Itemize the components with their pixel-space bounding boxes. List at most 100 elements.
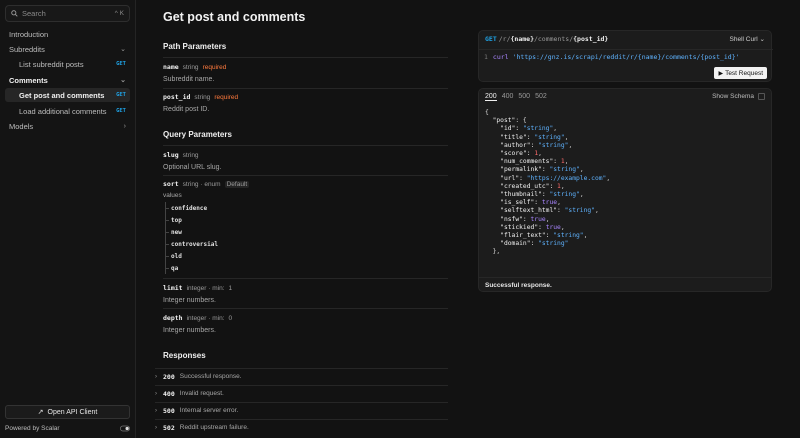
json-key: author — [503, 141, 527, 149]
param-type: string — [194, 94, 211, 101]
json-value: "string" — [549, 191, 580, 199]
json-field: "url": "https://example.com", — [500, 174, 611, 182]
param-type: string — [182, 64, 199, 71]
chevron-down-icon: ⌄ — [120, 77, 126, 84]
request-method: GET — [485, 35, 497, 43]
json-field: "score": 1, — [500, 150, 542, 158]
sidebar-item-comments[interactable]: Comments ⌄ — [5, 73, 130, 87]
param-sort: sort string · enum Default — [163, 180, 448, 188]
chevron-right-icon: › — [155, 407, 157, 414]
request-url: 'https://gnz.is/scrapi/reddit/r/{name}/c… — [512, 52, 740, 61]
response-description: Reddit upstream failure. — [179, 424, 249, 431]
param-limit: limit integer · min: 1 Integer numbers. — [163, 284, 448, 304]
param-type: string — [182, 152, 199, 159]
sidebar-item-models[interactable]: Models › — [5, 119, 130, 133]
tab-200[interactable]: 200 — [485, 93, 497, 101]
json-key: selftext_html — [503, 207, 554, 215]
chevron-right-icon: › — [155, 373, 157, 380]
json-value: true — [541, 199, 558, 207]
response-row-200[interactable]: › 200 Successful response. — [155, 368, 448, 384]
param-name-label: depth — [163, 314, 183, 322]
json-field: "author": "string", — [500, 141, 573, 149]
sidebar-item-label: Models — [9, 121, 34, 131]
request-path: GET/r/{name}/comments/{post_id} — [485, 35, 608, 43]
test-request-button[interactable]: ▶ Test Request — [714, 67, 767, 79]
param-required: required — [214, 94, 239, 101]
sidebar-item-list-subreddit-posts[interactable]: List subreddit posts GET — [5, 57, 130, 71]
open-api-client-button[interactable]: ↗ Open API Client — [5, 405, 130, 419]
response-row-400[interactable]: › 400 Invalid request. — [155, 385, 448, 401]
json-key: flair_text — [503, 232, 542, 240]
response-example-panel: 200 400 500 502 Show Schema { "post": { … — [478, 88, 772, 292]
param-description: Integer numbers. — [163, 297, 216, 304]
show-schema-toggle[interactable]: Show Schema — [712, 93, 765, 100]
client-selector[interactable]: Shell Curl ⌄ — [730, 35, 765, 43]
sidebar-item-label: Subreddits — [9, 44, 45, 54]
sidebar-item-subreddits[interactable]: Subreddits ⌄ — [5, 42, 130, 56]
param-description: Optional URL slug. — [163, 164, 222, 171]
json-key: created_utc — [503, 182, 546, 190]
param-description: Reddit post ID. — [163, 106, 210, 113]
json-field: "permalink": "string", — [500, 166, 584, 174]
json-value: "string" — [534, 133, 565, 141]
json-value: "string" — [553, 232, 584, 240]
chevron-right-icon: › — [155, 390, 157, 397]
sidebar-item-introduction[interactable]: Introduction — [5, 27, 130, 41]
json-field: "title": "string", — [500, 133, 569, 141]
json-key: url — [503, 174, 516, 182]
response-row-500[interactable]: › 500 Internal server error. — [155, 402, 448, 418]
checkbox-icon[interactable] — [758, 93, 765, 100]
powered-by-label[interactable]: Powered by Scalar — [5, 425, 120, 432]
curl-command: curl — [492, 52, 509, 61]
open-api-client-label: Open API Client — [47, 408, 98, 416]
param-min-value: 1 — [228, 285, 233, 292]
divider — [163, 175, 448, 176]
response-code: 502 — [163, 423, 175, 432]
divider — [163, 57, 448, 58]
path-variable: {post_id} — [573, 35, 609, 43]
param-type: integer · min: — [186, 285, 225, 292]
test-request-label: Test Request — [725, 69, 763, 77]
request-example-panel: GET/r/{name}/comments/{post_id} Shell Cu… — [478, 30, 773, 82]
json-value: 1 — [560, 158, 565, 166]
enum-values-list: confidence top new controversial old qa — [165, 202, 218, 274]
sidebar-item-load-additional-comments[interactable]: Load additional comments GET — [5, 104, 130, 118]
param-type: string · enum — [182, 181, 221, 188]
json-field: "created_utc": 1, — [500, 182, 565, 190]
chevron-right-icon: › — [155, 424, 157, 431]
method-badge: GET — [116, 108, 126, 114]
tab-502[interactable]: 502 — [535, 93, 547, 101]
responses-heading: Responses — [163, 351, 206, 360]
json-value: "https://example.com" — [526, 174, 607, 182]
path-segment: /r/ — [498, 35, 511, 43]
json-value: 1 — [534, 150, 539, 158]
response-tabs: 200 400 500 502 — [485, 93, 547, 101]
response-code: 400 — [163, 389, 175, 398]
json-key: score — [503, 150, 523, 158]
sidebar-item-label: Comments — [9, 75, 48, 85]
sidebar-item-get-post-and-comments[interactable]: Get post and comments GET — [5, 88, 130, 102]
json-value: true — [530, 215, 546, 223]
param-name: name string required Subreddit name. — [163, 63, 448, 83]
external-link-icon: ↗ — [37, 409, 44, 416]
json-field: "selftext_html": "string", — [500, 207, 599, 215]
param-type: integer · min: — [186, 315, 225, 322]
enum-value: new — [166, 226, 218, 238]
tab-400[interactable]: 400 — [502, 93, 514, 101]
theme-toggle-icon[interactable] — [120, 425, 130, 432]
tab-500[interactable]: 500 — [518, 93, 530, 101]
param-name-label: slug — [163, 151, 179, 159]
response-row-502[interactable]: › 502 Reddit upstream failure. — [155, 419, 448, 435]
divider — [163, 88, 448, 89]
enum-value: confidence — [166, 202, 218, 214]
query-parameters-heading: Query Parameters — [163, 130, 232, 139]
param-default-badge: Default — [224, 181, 250, 188]
line-number: 1 — [484, 52, 488, 61]
json-key: permalink — [503, 166, 539, 174]
search-icon — [11, 10, 18, 17]
method-badge: GET — [116, 61, 126, 67]
search-input[interactable]: Search ^ K — [5, 5, 130, 22]
enum-values-label: values — [163, 192, 182, 199]
param-name-label: post_id — [163, 93, 191, 101]
json-field: "domain": "string" — [500, 240, 569, 248]
